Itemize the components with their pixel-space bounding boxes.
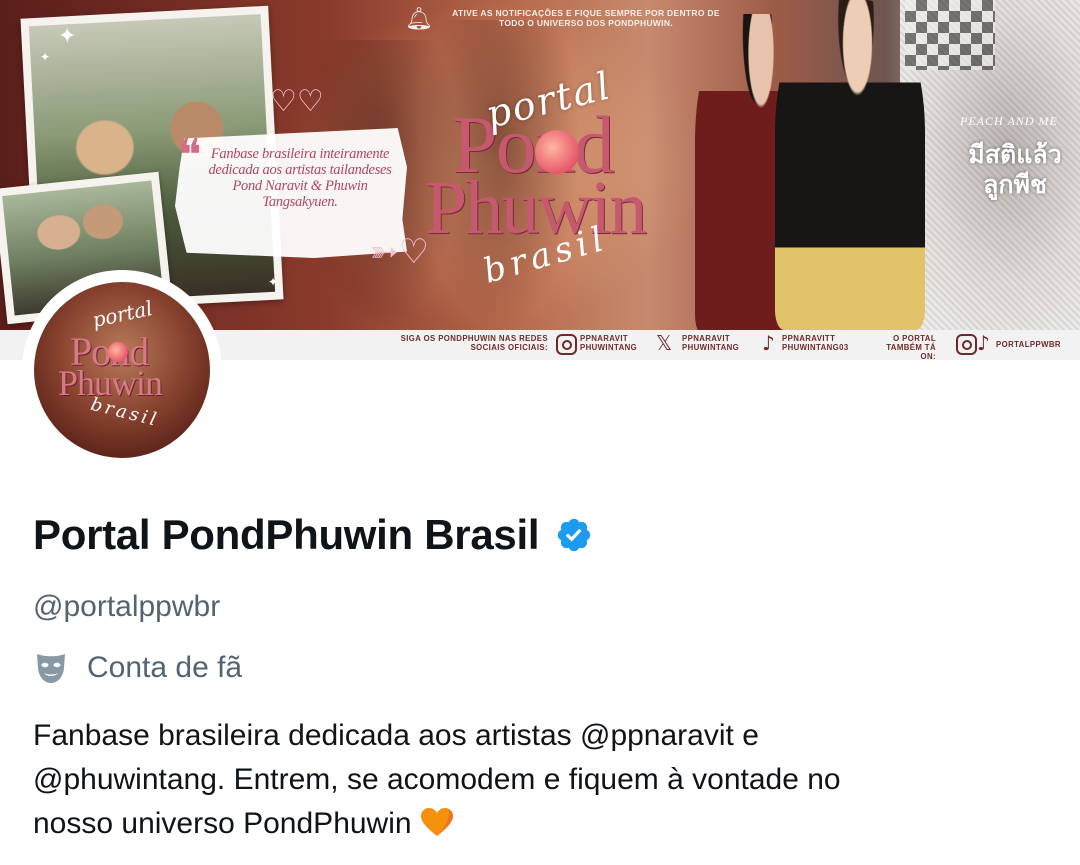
bio-text: . Entrem, se acomodem e fiquem à vontade… — [216, 763, 841, 796]
profile-name: Portal PondPhuwin Brasil — [33, 511, 540, 558]
peach-and-me-label: PEACH AND ME — [960, 114, 1058, 128]
portal-handle: PORTALPPWBR — [996, 340, 1061, 349]
bell-icon: 🔔︎ — [405, 7, 433, 32]
peach-icon — [108, 342, 128, 362]
quote-mark-icon: ❝ — [178, 130, 202, 181]
instagram-icon — [556, 334, 577, 355]
banner-person-photo — [775, 0, 925, 330]
bio-text: nosso universo PondPhuwin — [33, 807, 412, 840]
orange-heart-icon — [420, 808, 453, 836]
instagram-handles: PPNARAVIT PHUWINTANG — [580, 334, 638, 352]
avatar-logo-portal: portal — [90, 295, 155, 333]
bio-text: Fanbase brasileira dedicada aos artistas — [33, 719, 580, 752]
profile-handle: @portalppwbr — [33, 590, 221, 623]
notification-text: ATIVE AS NOTIFICAÇÕES E FIQUE SEMPRE POR… — [452, 8, 720, 28]
portal-also-on: O PORTAL TAMBÉM TÁ ON: — [886, 334, 936, 361]
x-handles: PPNARAVIT PHUWINTANG — [682, 334, 740, 352]
profile-category-label: Conta de fã — [87, 651, 243, 684]
notification-callout: 🔔︎ ATIVE AS NOTIFICAÇÕES E FIQUE SEMPRE … — [405, 6, 735, 36]
x-logo-icon: 𝕏 — [656, 331, 673, 355]
bio-line: @phuwintang. Entrem, se acomodem e fique… — [33, 758, 1053, 802]
social-intro: SIGA OS PONDPHUWIN NAS REDES SOCIAIS OFI… — [400, 334, 548, 352]
bio-line: Fanbase brasileira dedicada aos artistas… — [33, 714, 1053, 758]
mention-link[interactable]: @ppnaravit — [580, 719, 734, 752]
tiktok-icon: ♪ — [762, 331, 775, 355]
verified-badge-icon[interactable] — [555, 516, 593, 554]
banner-quote-text: Fanbase brasileira inteiramente dedicada… — [208, 146, 392, 210]
profile-category: Conta de fã — [33, 650, 242, 686]
sparkle-icon: ✦ — [268, 275, 279, 289]
profile-name-row: Portal PondPhuwin Brasil — [33, 508, 593, 562]
heart-doodle-icon: ♡♡ — [270, 84, 324, 119]
bio-text: e — [733, 719, 759, 752]
thai-title: มีสติแล้ว ลูกพีช — [968, 140, 1062, 199]
theater-mask-icon — [37, 654, 65, 683]
avatar[interactable]: portal Pond Phuwin brasil — [34, 282, 210, 458]
sparkle-icon: ✦ — [58, 24, 77, 49]
heart-arrow-icon: ➳♡ — [370, 232, 429, 272]
profile-bio: Fanbase brasileira dedicada aos artistas… — [33, 714, 1053, 846]
mention-link[interactable]: @phuwintang — [33, 763, 217, 796]
tiktok-icon: ♪ — [977, 331, 990, 355]
banner-checker-pattern — [905, 0, 995, 70]
tiktok-handles: PPNARAVITT PHUWINTANG03 — [782, 334, 849, 352]
bio-line: nosso universo PondPhuwin — [33, 802, 1053, 846]
instagram-icon — [956, 334, 977, 355]
sparkle-icon: ✦ — [40, 50, 51, 64]
